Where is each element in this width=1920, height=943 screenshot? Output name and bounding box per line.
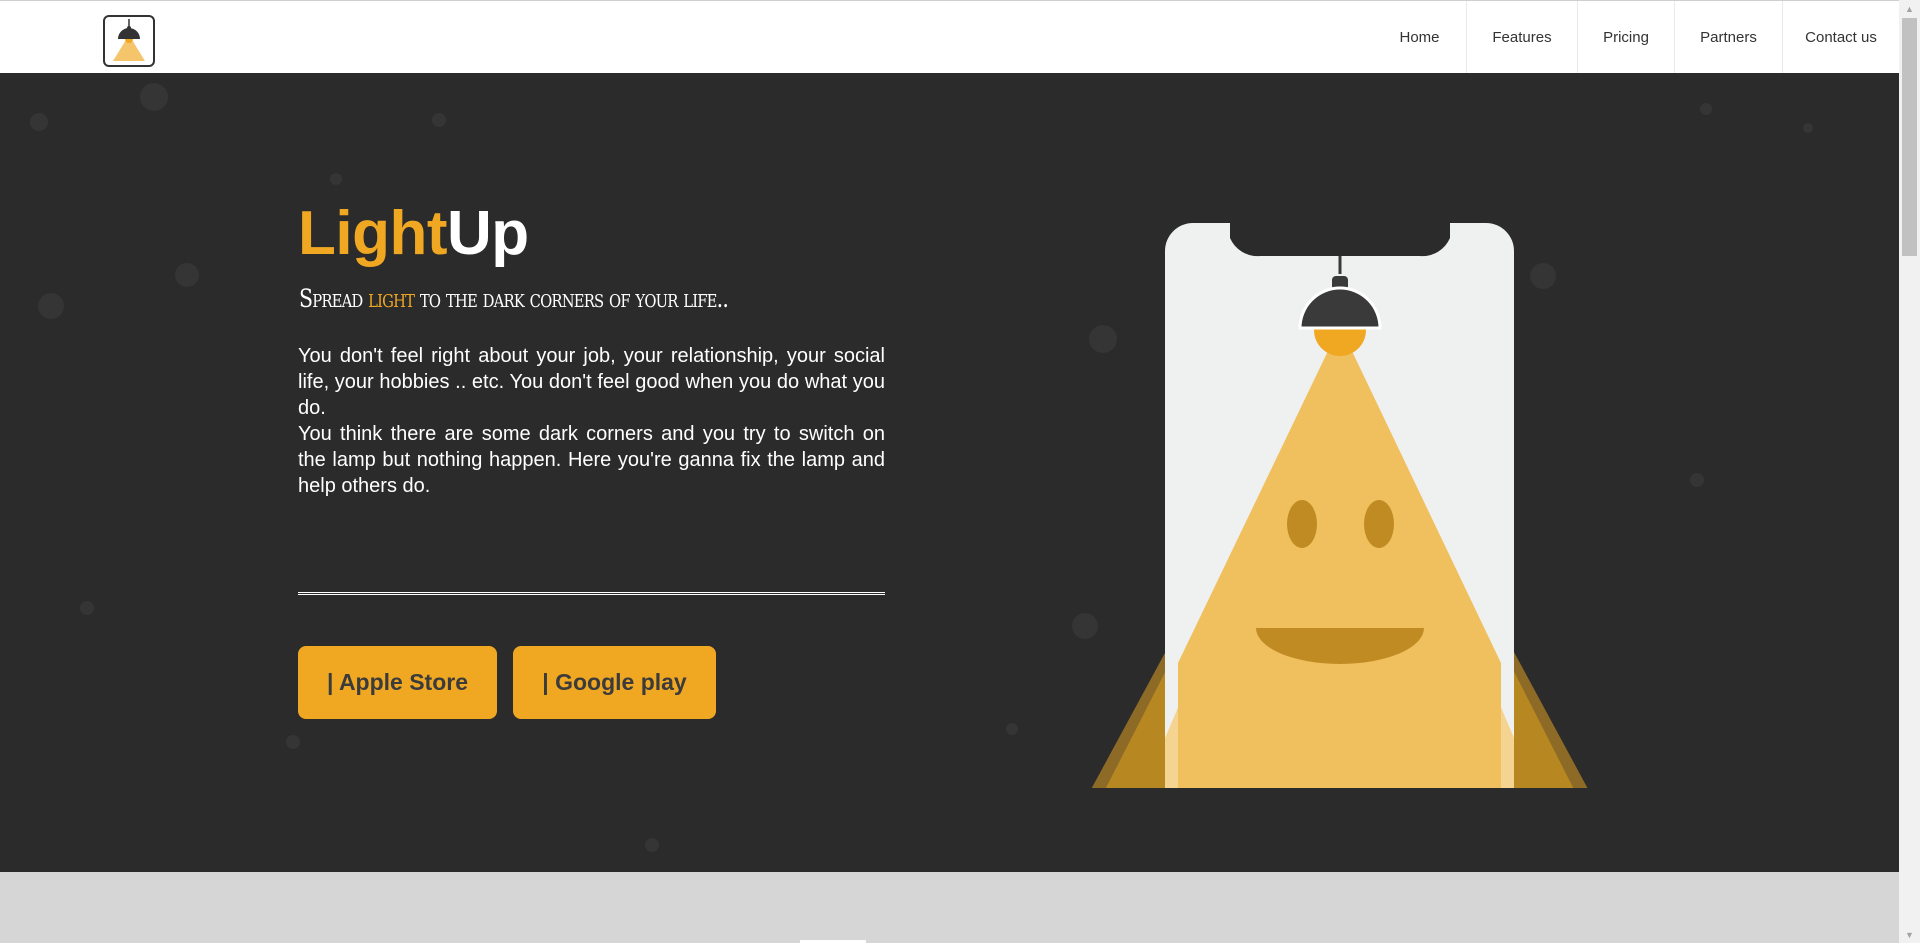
hero-title: LightUp <box>298 203 529 265</box>
hero-tagline: Spread light to the dark corners of your… <box>299 284 729 313</box>
nav-pricing-link[interactable]: Pricing <box>1577 1 1674 73</box>
page-scrollbar[interactable]: ▲ ▼ <box>1899 0 1920 943</box>
nav-partners-link[interactable]: Partners <box>1674 1 1782 73</box>
hero-divider <box>298 592 885 595</box>
hero-section: LightUp Spread light to the dark corners… <box>0 73 1899 872</box>
lamp-logo-icon[interactable] <box>103 15 155 67</box>
nav-features-link[interactable]: Features <box>1466 1 1577 73</box>
background-dot <box>80 601 94 615</box>
background-dot <box>1006 723 1018 735</box>
background-dot <box>175 263 199 287</box>
tagline-after: to the dark corners of your life.. <box>414 284 729 313</box>
nav-contact-link[interactable]: Contact us <box>1782 1 1899 73</box>
lamp-logo-graphic <box>113 19 145 61</box>
background-dot <box>38 293 64 319</box>
scrollbar-thumb[interactable] <box>1902 18 1917 256</box>
background-dot <box>1803 123 1813 133</box>
scroll-down-arrow-icon[interactable]: ▼ <box>1899 926 1920 943</box>
hero-title-light: Light <box>298 199 448 268</box>
background-dot <box>30 113 48 131</box>
hero-paragraph-2: You think there are some dark corners an… <box>298 423 885 497</box>
phone-notch <box>1230 223 1450 257</box>
nav-home-link[interactable]: Home <box>1373 1 1466 73</box>
top-navbar: Home Features Pricing Partners Contact u… <box>0 0 1899 73</box>
background-dot <box>286 735 300 749</box>
background-dot <box>645 838 659 852</box>
hero-paragraph-1: You don't feel right about your job, you… <box>298 345 885 419</box>
background-dot <box>1690 473 1704 487</box>
scroll-up-arrow-icon[interactable]: ▲ <box>1899 0 1920 17</box>
tagline-before: Spread <box>299 284 369 313</box>
tagline-highlight: light <box>368 284 415 313</box>
smiling-phone-lamp-illustration <box>1091 223 1588 788</box>
hero-title-up: Up <box>447 199 529 268</box>
background-dot <box>140 83 168 111</box>
nav-links: Home Features Pricing Partners Contact u… <box>1373 1 1899 73</box>
background-dot <box>1700 103 1712 115</box>
google-play-button[interactable]: | Google play <box>513 646 716 719</box>
hero-description: You don't feel right about your job, you… <box>298 343 885 499</box>
face-left-eye <box>1287 500 1317 548</box>
apple-store-button[interactable]: | Apple Store <box>298 646 497 719</box>
background-dot <box>330 173 342 185</box>
face-right-eye <box>1364 500 1394 548</box>
background-dot <box>432 113 446 127</box>
